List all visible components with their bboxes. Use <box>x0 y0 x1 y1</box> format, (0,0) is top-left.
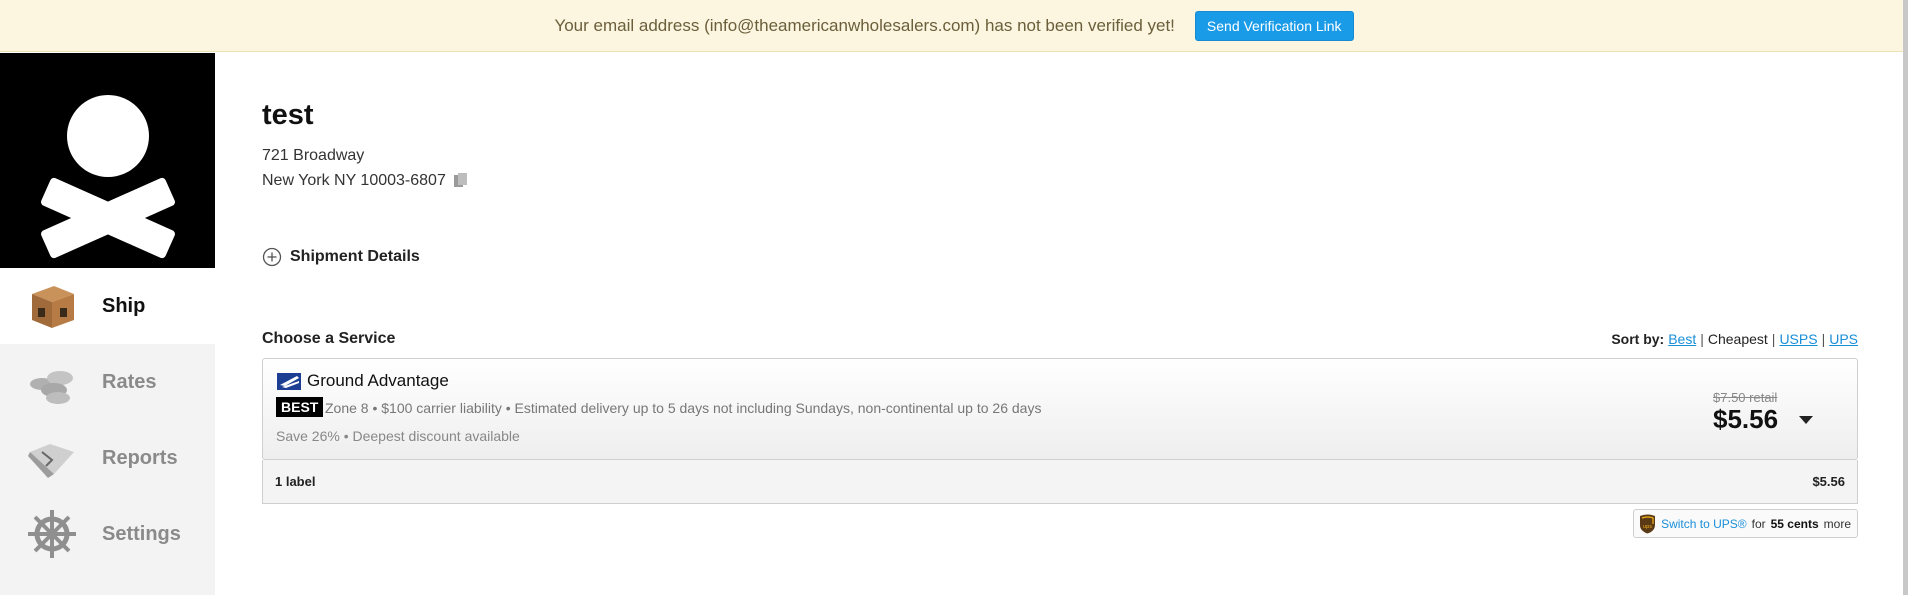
service-name: Ground Advantage <box>307 371 449 390</box>
chevron-down-icon[interactable] <box>1798 412 1814 424</box>
label-summary-row: 1 label $5.56 <box>262 460 1858 504</box>
map-icon <box>24 430 80 486</box>
service-savings: Save 26% • Deepest discount available <box>276 428 520 444</box>
sidebar-item-label: Ship <box>102 294 146 317</box>
switch-to-ups-link[interactable]: Switch to UPS® <box>1661 517 1747 531</box>
ups-switch-suffix: more <box>1823 516 1851 531</box>
shipment-details-toggle[interactable]: Shipment Details <box>262 247 420 267</box>
verification-message: Your email address (info@theamericanwhol… <box>554 15 1175 35</box>
sidebar-item-settings[interactable]: Settings <box>0 496 215 572</box>
sort-option-usps[interactable]: USPS <box>1779 331 1817 347</box>
shipment-details-label: Shipment Details <box>290 248 420 265</box>
sidebar-item-rates[interactable]: Rates <box>0 344 215 420</box>
sort-option-ups[interactable]: UPS <box>1829 331 1858 347</box>
sidebar-item-label: Rates <box>102 370 157 393</box>
address-line-2-row: New York NY 10003-6807 <box>262 172 470 190</box>
plus-circle-icon <box>262 247 282 267</box>
retail-price: $7.50 retail <box>1713 390 1778 405</box>
svg-text:ups: ups <box>1643 524 1652 530</box>
sort-by: Sort by: Best | Cheapest | USPS | UPS <box>1611 331 1858 347</box>
box-icon <box>24 278 80 334</box>
copy-icon[interactable] <box>452 172 470 190</box>
address-line-2: New York NY 10003-6807 <box>262 172 446 189</box>
sidebar-item-label: Settings <box>102 522 181 545</box>
sidebar-item-ship[interactable]: Ship <box>0 268 215 344</box>
page-scrollbar[interactable] <box>1903 0 1908 595</box>
service-price: $5.56 <box>1713 404 1779 434</box>
sort-by-label: Sort by: <box>1611 331 1665 347</box>
sort-separator: | <box>1821 331 1826 347</box>
service-option-ground-advantage[interactable]: Ground Advantage BEST Zone 8 • $100 carr… <box>262 358 1858 460</box>
send-verification-link-button[interactable]: Send Verification Link <box>1194 10 1354 41</box>
coins-icon <box>24 354 80 410</box>
sort-option-best[interactable]: Best <box>1668 331 1696 347</box>
choose-service-heading: Choose a Service <box>262 330 396 347</box>
service-details: Zone 8 • $100 carrier liability • Estima… <box>325 400 1042 416</box>
ups-shield-icon: ups <box>1639 514 1656 534</box>
usps-eagle-icon <box>277 373 301 390</box>
best-badge: BEST <box>276 397 324 417</box>
recipient-name: test <box>262 99 314 131</box>
ups-switch-amount: 55 cents <box>1770 516 1819 531</box>
sort-separator: | <box>1771 331 1776 347</box>
sort-separator: | <box>1700 331 1704 347</box>
sort-option-cheapest[interactable]: Cheapest <box>1708 331 1768 347</box>
address-line-1: 721 Broadway <box>262 147 365 164</box>
ups-switch-for: for <box>1751 516 1766 531</box>
verification-banner: Your email address (info@theamericanwhol… <box>0 0 1908 52</box>
switch-to-ups-box: ups Switch to UPS® for 55 cents more <box>1633 509 1858 538</box>
sidebar-item-reports[interactable]: Reports <box>0 420 215 496</box>
sidebar-item-label: Reports <box>102 446 178 469</box>
label-count: 1 label <box>275 474 316 489</box>
ship-wheel-icon <box>24 506 80 562</box>
skull-crossbones-logo[interactable] <box>0 53 215 268</box>
sidebar: Ship Rates Reports Settings <box>0 53 215 595</box>
label-total: $5.56 <box>1812 474 1845 489</box>
